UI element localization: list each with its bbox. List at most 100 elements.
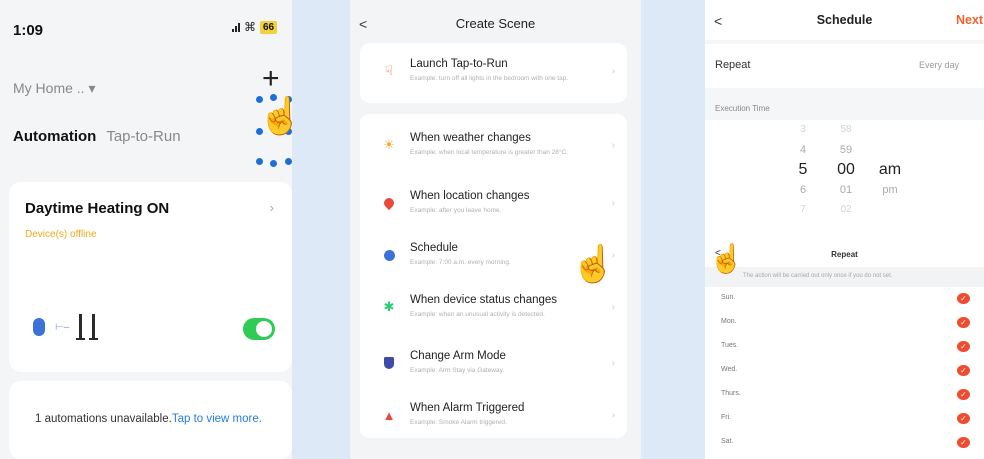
repeat-label: Repeat xyxy=(715,59,751,71)
repeat-sheet: < Repeat The action will be carried out … xyxy=(705,245,984,459)
check-icon: ✓ xyxy=(957,389,970,400)
hand-tap-icon: ☟ xyxy=(385,63,393,78)
chevron-right-icon: › xyxy=(611,358,615,369)
heater-icon xyxy=(76,314,86,340)
wifi-icon: ⌘ xyxy=(244,20,256,34)
pointer-hand-icon: ☝ xyxy=(709,243,744,274)
check-icon: ✓ xyxy=(957,341,970,352)
tap-to-run-card: ☟ Launch Tap-to-Run Example: turn off al… xyxy=(360,43,627,103)
scene-option-alarm[interactable]: ▲ When Alarm Triggered Example: Smoke Al… xyxy=(360,388,627,446)
scene-option-weather[interactable]: ☀ When weather changes Example: when loc… xyxy=(360,118,627,176)
option-desc: Example: when an unusual activity is det… xyxy=(410,311,545,318)
day-label: Thurs. xyxy=(721,390,741,397)
shield-icon xyxy=(382,356,396,370)
minute-option: 58 xyxy=(840,124,852,135)
status-bar-icons: ⌘ 66 xyxy=(232,20,278,34)
pointer-hand-icon: ☝ xyxy=(258,95,292,136)
day-row-sat[interactable]: Sat. ✓ xyxy=(705,431,984,455)
next-button[interactable]: Next xyxy=(956,13,983,27)
option-desc: Example: Smoke Alarm triggered. xyxy=(410,419,507,426)
tab-tap-to-run[interactable]: Tap-to-Run xyxy=(106,128,180,145)
day-row-fri[interactable]: Fri. ✓ xyxy=(705,407,984,431)
option-label: Change Arm Mode xyxy=(410,350,506,362)
day-label: Sun. xyxy=(721,294,736,301)
sheet-title: Repeat xyxy=(831,250,858,259)
automation-flow: ⊢– xyxy=(33,314,99,340)
scene-option-location[interactable]: When location changes Example: after you… xyxy=(360,176,627,234)
tab-automation[interactable]: Automation xyxy=(13,128,96,145)
minute-selected: 00 xyxy=(837,161,855,178)
option-label: Schedule xyxy=(410,242,458,254)
period-selected: am xyxy=(878,161,902,178)
automation-card[interactable]: Daytime Heating ON › Device(s) offline ⊢… xyxy=(9,182,292,372)
option-desc: Example: turn off all lights in the bedr… xyxy=(410,75,569,82)
hour-option: 6 xyxy=(799,184,807,196)
check-icon: ✓ xyxy=(957,413,970,424)
automation-toggle[interactable] xyxy=(243,318,275,340)
clock-icon xyxy=(382,248,396,262)
hour-option: 7 xyxy=(800,204,806,215)
minute-option: 02 xyxy=(840,204,852,215)
chevron-right-icon: › xyxy=(611,302,615,313)
option-label: When location changes xyxy=(410,190,530,202)
time-picker[interactable]: 3 4 5 6 7 58 59 00 01 02 am pm xyxy=(705,120,984,246)
add-button[interactable]: + xyxy=(262,64,280,94)
chevron-right-icon: › xyxy=(611,198,615,209)
scene-option-arm-mode[interactable]: Change Arm Mode Example: Arm Stay via Ga… xyxy=(360,336,627,394)
home-selector[interactable]: My Home .. ▾ xyxy=(13,80,95,97)
page-title: Schedule xyxy=(816,13,873,27)
hour-option: 4 xyxy=(799,144,807,156)
unavailable-message: 1 automations unavailable. xyxy=(35,413,172,425)
unavailable-card[interactable]: 1 automations unavailable.Tap to view mo… xyxy=(9,381,292,459)
check-icon: ✓ xyxy=(957,293,970,304)
period-column[interactable]: am pm xyxy=(875,160,905,200)
repeat-note: The action will be carried out only once… xyxy=(705,267,984,287)
day-row-mon[interactable]: Mon. ✓ xyxy=(705,311,984,335)
unavailable-text: 1 automations unavailable.Tap to view mo… xyxy=(35,413,262,425)
day-row-tues[interactable]: Tues. ✓ xyxy=(705,335,984,359)
signal-icon xyxy=(232,22,240,32)
header-bar: < Schedule Next xyxy=(705,0,984,40)
pointer-hand-icon: ☝ xyxy=(571,243,616,284)
battery-icon: 66 xyxy=(260,20,278,34)
alarm-icon: ▲ xyxy=(382,407,396,423)
option-desc: Example: after you leave home. xyxy=(410,207,502,214)
hour-option: 3 xyxy=(800,124,806,135)
view-more-link[interactable]: Tap to view more. xyxy=(172,413,262,425)
chevron-right-icon: › xyxy=(611,410,615,421)
hour-column[interactable]: 3 4 5 6 7 xyxy=(788,120,818,220)
chevron-right-icon: › xyxy=(269,200,274,215)
option-label: When Alarm Triggered xyxy=(410,402,525,414)
check-icon: ✓ xyxy=(957,317,970,328)
option-desc: Example: 7:00 a.m. every morning. xyxy=(410,259,511,266)
repeat-value: Every day xyxy=(919,60,960,70)
day-label: Sat. xyxy=(721,438,734,445)
clock-icon xyxy=(33,318,45,336)
automation-title: Daytime Heating ON xyxy=(25,200,170,217)
chevron-right-icon: › xyxy=(611,140,615,151)
arrow-icon: ⊢– xyxy=(55,321,70,333)
create-scene-screen: < Create Scene ☟ Launch Tap-to-Run Examp… xyxy=(350,0,641,459)
repeat-row[interactable]: Repeat Every day xyxy=(705,44,984,88)
location-pin-icon xyxy=(381,195,397,211)
check-icon: ✓ xyxy=(957,365,970,376)
heater-icon xyxy=(89,314,99,340)
day-row-wed[interactable]: Wed. ✓ xyxy=(705,359,984,383)
sun-icon: ☀ xyxy=(383,137,395,152)
chevron-right-icon: › xyxy=(611,66,615,77)
day-label: Mon. xyxy=(721,318,737,325)
schedule-screen: < Schedule Next Repeat Every day Executi… xyxy=(705,0,984,459)
period-option: pm xyxy=(882,184,898,196)
day-row-thurs[interactable]: Thurs. ✓ xyxy=(705,383,984,407)
day-row-sun[interactable]: Sun. ✓ xyxy=(705,287,984,311)
scene-option-launch-tap-to-run[interactable]: ☟ Launch Tap-to-Run Example: turn off al… xyxy=(360,44,627,102)
tab-bar: Automation Tap-to-Run xyxy=(13,128,181,145)
scene-option-device-status[interactable]: ✱ When device status changes Example: wh… xyxy=(360,280,627,338)
minute-column[interactable]: 58 59 00 01 02 xyxy=(831,120,861,220)
automation-status: Device(s) offline xyxy=(25,229,97,240)
status-time: 1:09 xyxy=(13,22,44,39)
day-label: Wed. xyxy=(721,366,738,373)
option-desc: Example: Arm Stay via Gateway. xyxy=(410,367,505,374)
device-icon: ✱ xyxy=(383,299,395,314)
hour-selected: 5 xyxy=(798,161,808,178)
